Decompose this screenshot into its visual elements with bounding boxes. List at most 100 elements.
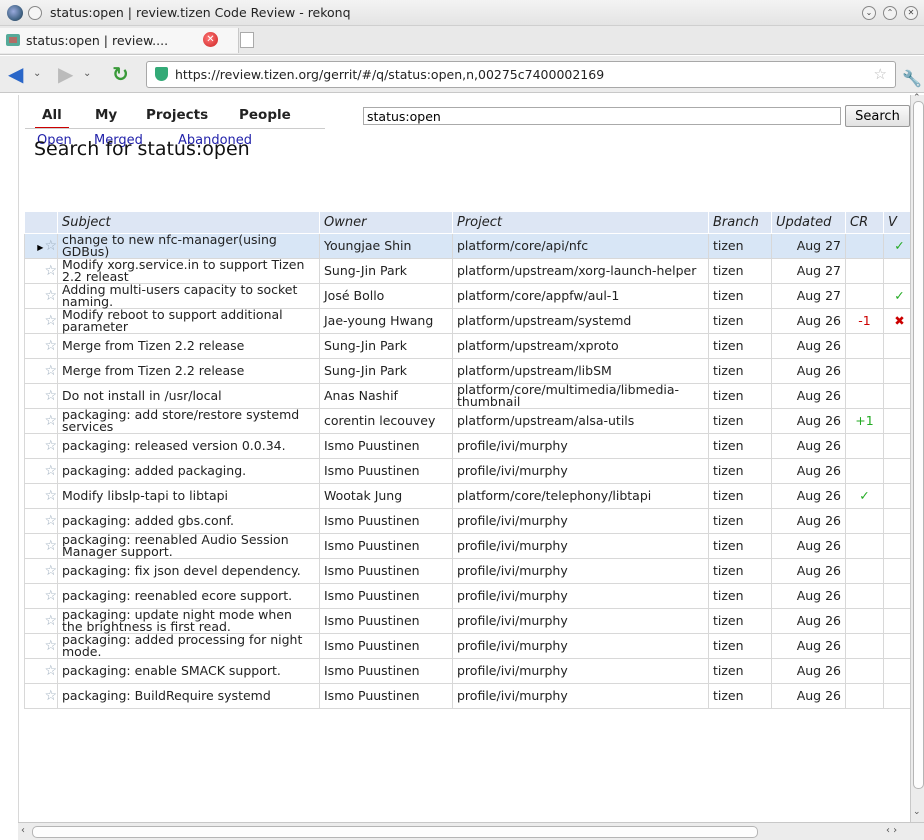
change-subject-link[interactable]: packaging: add store/restore systemd ser… [57, 408, 320, 434]
reload-icon[interactable]: ↻ [112, 64, 129, 84]
horizontal-scroll-thumb[interactable] [32, 826, 758, 838]
change-project[interactable]: profile/ivi/murphy [452, 558, 709, 584]
header-subject[interactable]: Subject [57, 211, 320, 234]
close-window-icon[interactable]: ✕ [904, 6, 918, 20]
star-icon[interactable]: ☆ [44, 289, 57, 303]
change-branch[interactable]: tizen [708, 333, 772, 359]
table-row[interactable]: ☆ Adding multi-users capacity to socket n… [24, 283, 911, 309]
table-row[interactable]: ☆ packaging: add store/restore systemd se… [24, 408, 911, 434]
change-project[interactable]: platform/upstream/alsa-utils [452, 408, 709, 434]
change-project[interactable]: platform/upstream/libSM [452, 358, 709, 384]
scroll-left-icon[interactable]: ‹ [21, 825, 25, 836]
star-icon[interactable]: ☆ [44, 339, 57, 353]
change-branch[interactable]: tizen [708, 583, 772, 609]
change-project[interactable]: platform/upstream/xproto [452, 333, 709, 359]
change-branch[interactable]: tizen [708, 558, 772, 584]
star-icon[interactable]: ☆ [44, 639, 57, 653]
table-row[interactable]: ☆ packaging: added processing for night m… [24, 633, 911, 659]
change-owner[interactable]: Ismo Puustinen [319, 533, 453, 559]
forward-history-icon[interactable]: ⌄ [83, 68, 91, 79]
rekonq-app-icon[interactable] [7, 5, 23, 21]
change-owner[interactable]: Ismo Puustinen [319, 658, 453, 684]
star-icon[interactable]: ☆ [44, 364, 57, 378]
change-branch[interactable]: tizen [708, 408, 772, 434]
change-owner[interactable]: Ismo Puustinen [319, 458, 453, 484]
change-branch[interactable]: tizen [708, 258, 772, 284]
change-owner[interactable]: Sung-Jin Park [319, 358, 453, 384]
browser-tab[interactable]: status:open | review.... ✕ [0, 28, 239, 53]
change-subject-link[interactable]: packaging: released version 0.0.34. [57, 433, 320, 459]
scroll-down-icon[interactable]: ⌄ [913, 807, 921, 817]
change-project[interactable]: platform/core/appfw/aul-1 [452, 283, 709, 309]
change-owner[interactable]: Youngjae Shin [319, 233, 453, 259]
change-project[interactable]: platform/core/api/nfc [452, 233, 709, 259]
star-icon[interactable]: ☆ [44, 539, 57, 553]
change-branch[interactable]: tizen [708, 458, 772, 484]
change-owner[interactable]: Sung-Jin Park [319, 333, 453, 359]
change-subject-link[interactable]: packaging: added gbs.conf. [57, 508, 320, 534]
change-branch[interactable]: tizen [708, 533, 772, 559]
change-owner[interactable]: corentin lecouvey [319, 408, 453, 434]
star-icon[interactable]: ☆ [44, 389, 57, 403]
url-bar[interactable]: https://review.tizen.org/gerrit/#/q/stat… [146, 61, 896, 88]
change-owner[interactable]: Sung-Jin Park [319, 258, 453, 284]
change-project[interactable]: profile/ivi/murphy [452, 633, 709, 659]
change-owner[interactable]: José Bollo [319, 283, 453, 309]
change-subject-link[interactable]: Merge from Tizen 2.2 release [57, 333, 320, 359]
table-row[interactable]: ☆ Modify libslp-tapi to libtapi Wootak Jun… [24, 483, 911, 509]
change-branch[interactable]: tizen [708, 608, 772, 634]
search-input[interactable] [363, 107, 841, 125]
change-owner[interactable]: Ismo Puustinen [319, 608, 453, 634]
star-icon[interactable]: ☆ [44, 514, 57, 528]
scroll-right-icon[interactable]: ‹ › [886, 825, 897, 836]
change-project[interactable]: profile/ivi/murphy [452, 533, 709, 559]
back-icon[interactable]: ◀ [8, 64, 23, 84]
change-branch[interactable]: tizen [708, 358, 772, 384]
star-icon[interactable]: ☆ [44, 689, 57, 703]
change-project[interactable]: platform/upstream/xorg-launch-helper [452, 258, 709, 284]
change-project[interactable]: profile/ivi/murphy [452, 508, 709, 534]
table-row[interactable]: ☆ Merge from Tizen 2.2 release Sung-Jin Pa… [24, 333, 911, 359]
change-project[interactable]: platform/upstream/systemd [452, 308, 709, 334]
star-icon[interactable]: ☆ [44, 414, 57, 428]
change-owner[interactable]: Ismo Puustinen [319, 558, 453, 584]
change-project[interactable]: profile/ivi/murphy [452, 608, 709, 634]
change-project[interactable]: platform/core/telephony/libtapi [452, 483, 709, 509]
change-subject-link[interactable]: Merge from Tizen 2.2 release [57, 358, 320, 384]
header-cr[interactable]: CR [845, 211, 884, 234]
change-subject-link[interactable]: packaging: added packaging. [57, 458, 320, 484]
change-subject-link[interactable]: packaging: update night mode when the br… [57, 608, 320, 634]
forward-icon[interactable]: ▶ [58, 64, 73, 84]
change-subject-link[interactable]: packaging: reenabled Audio Session Manag… [57, 533, 320, 559]
vertical-scrollbar[interactable]: ⌃ ⌄ [910, 93, 924, 822]
change-branch[interactable]: tizen [708, 433, 772, 459]
new-tab-icon[interactable] [240, 32, 254, 48]
star-icon[interactable]: ☆ [44, 664, 57, 678]
change-owner[interactable]: Ismo Puustinen [319, 683, 453, 709]
menu-projects[interactable]: Projects [146, 107, 208, 123]
search-button[interactable]: Search [845, 105, 910, 127]
header-v[interactable]: V [883, 211, 911, 234]
close-tab-icon[interactable]: ✕ [203, 32, 218, 47]
menu-my[interactable]: My [95, 107, 117, 123]
bookmark-star-icon[interactable]: ☆ [874, 65, 887, 83]
change-branch[interactable]: tizen [708, 633, 772, 659]
change-project[interactable]: profile/ivi/murphy [452, 433, 709, 459]
menu-people[interactable]: People [239, 107, 291, 123]
header-owner[interactable]: Owner [319, 211, 453, 234]
header-branch[interactable]: Branch [708, 211, 772, 234]
window-menu-icon[interactable] [28, 6, 42, 20]
table-row[interactable]: ☆ packaging: released version 0.0.34. Ismo… [24, 433, 911, 459]
table-row[interactable]: ☆ packaging: BuildRequire systemd Ismo Puu… [24, 683, 911, 709]
change-branch[interactable]: tizen [708, 308, 772, 334]
change-owner[interactable]: Anas Nashif [319, 383, 453, 409]
star-icon[interactable]: ☆ [44, 564, 57, 578]
star-icon[interactable]: ☆ [44, 439, 57, 453]
change-branch[interactable]: tizen [708, 383, 772, 409]
change-owner[interactable]: Wootak Jung [319, 483, 453, 509]
star-icon[interactable]: ☆ [44, 589, 57, 603]
star-icon[interactable]: ☆ [44, 264, 57, 278]
table-row[interactable]: ▶☆ change to new nfc-manager(using GDBus)… [24, 233, 911, 259]
change-owner[interactable]: Ismo Puustinen [319, 508, 453, 534]
table-row[interactable]: ☆ Merge from Tizen 2.2 release Sung-Jin Pa… [24, 358, 911, 384]
